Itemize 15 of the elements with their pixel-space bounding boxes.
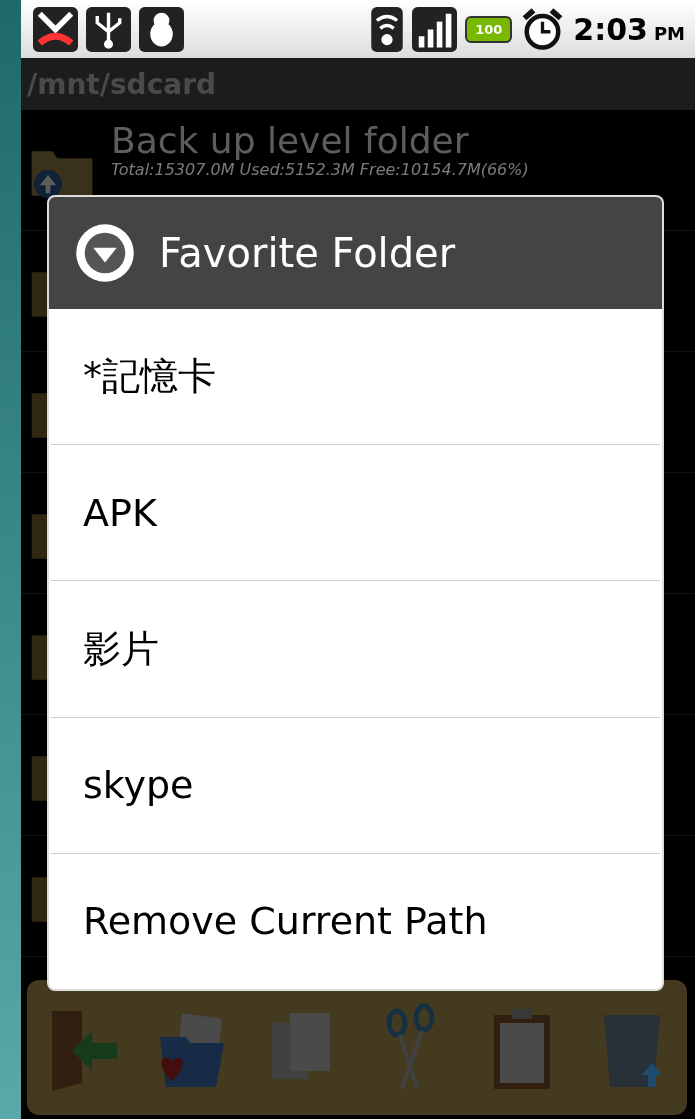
usb-icon (86, 6, 131, 52)
folder-menu-item[interactable]: Remove Current Path (51, 853, 660, 989)
folder-menu-item[interactable]: APK (51, 445, 660, 582)
file-detail: Total:15307.0M Used:5152.3M Free:10154.7M(66%) (111, 161, 529, 179)
folder-menu-item[interactable]: skype (51, 717, 660, 854)
dropdown-circle-icon (73, 221, 137, 285)
missed-call-icon (33, 6, 78, 52)
wifi-icon (370, 6, 405, 52)
signal-icon (412, 6, 458, 52)
dialog-title: Favorite Folder (159, 230, 456, 276)
file-name: Back up level folder (111, 120, 470, 161)
folder-menu-item[interactable]: *記憶卡 (51, 309, 660, 446)
clock-time: 2:03 PM (573, 11, 685, 47)
battery-indicator: 100 (465, 15, 513, 43)
folder-menu-item[interactable]: 影片 (51, 581, 660, 718)
